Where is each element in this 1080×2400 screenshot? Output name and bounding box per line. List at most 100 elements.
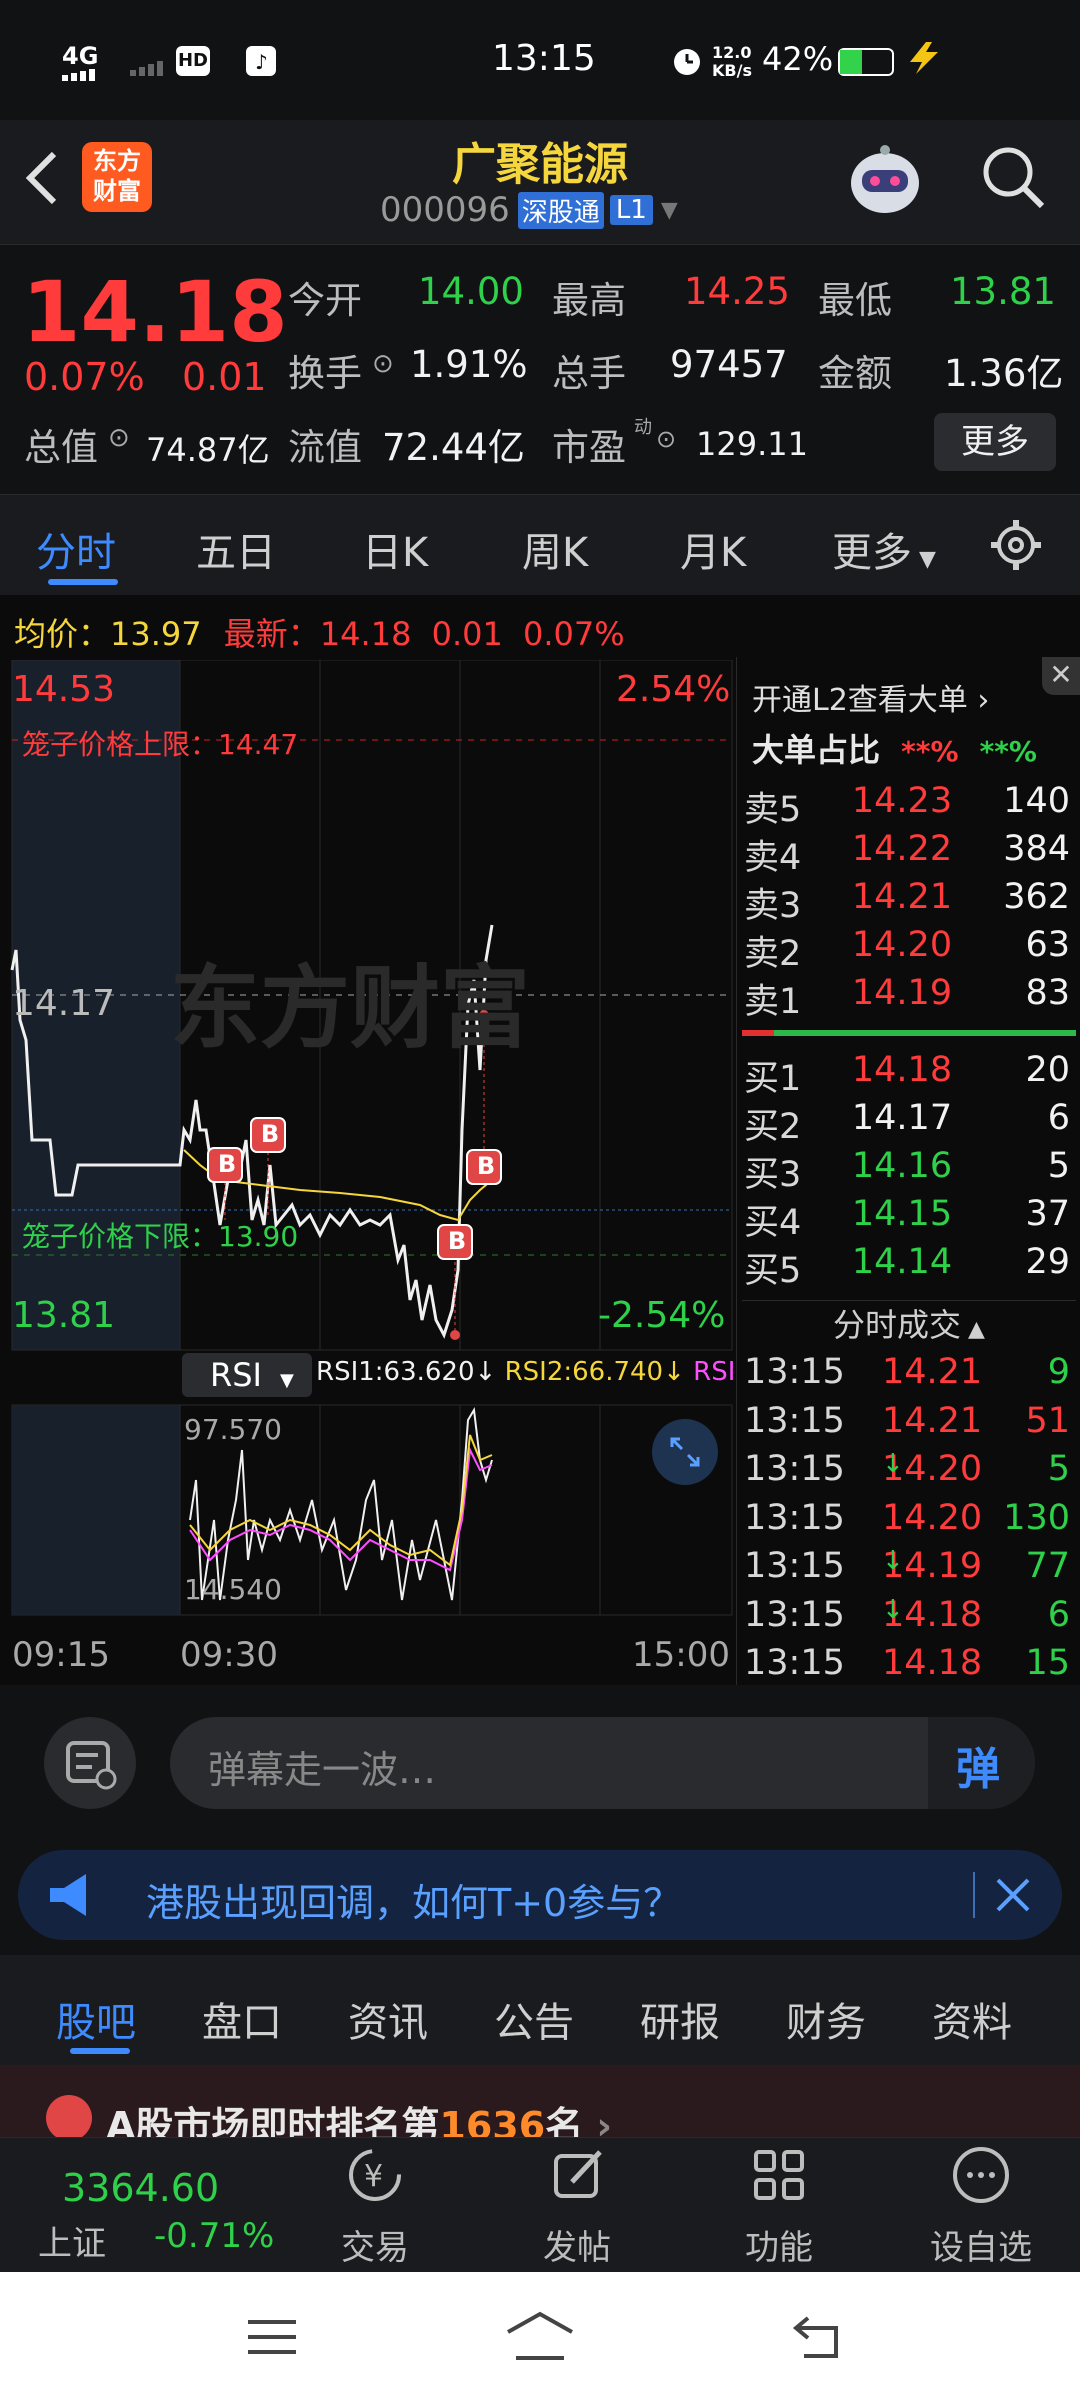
back-icon[interactable] xyxy=(22,148,62,212)
time-axis-end: 15:00 xyxy=(632,1635,730,1675)
buy-marker-label: B xyxy=(476,1152,496,1180)
signal-icon xyxy=(62,66,110,81)
high-label: 最高 xyxy=(552,279,626,322)
megaphone-icon xyxy=(44,1870,100,1924)
tab-finance[interactable]: 财务 xyxy=(786,1990,866,2048)
grid-icon xyxy=(754,2150,804,2200)
info-icon[interactable]: ⊙ xyxy=(656,425,676,453)
tab-more[interactable]: 更多 ▼ xyxy=(832,520,936,578)
system-nav-bar xyxy=(0,2272,1080,2400)
open-label: 今开 xyxy=(288,279,362,322)
svg-text:♪: ♪ xyxy=(255,50,268,74)
avg-price: 13.97 xyxy=(110,615,202,653)
tab-monthly-k[interactable]: 月K xyxy=(680,520,746,578)
tab-profile[interactable]: 资料 xyxy=(932,1990,1012,2048)
buy-marker-label: B xyxy=(447,1227,467,1255)
tick-row: 13:15 14.20 130 xyxy=(744,1497,1070,1538)
nav-functions[interactable]: 功能 xyxy=(714,2140,844,2269)
expand-icon[interactable] xyxy=(652,1419,718,1485)
pe-dynamic-mark: 动 xyxy=(634,417,652,438)
nav-add-watchlist[interactable]: 设自选 xyxy=(916,2140,1046,2269)
close-icon[interactable]: ✕ xyxy=(1042,657,1080,695)
pe-value: 129.11 xyxy=(696,425,808,463)
info-icon[interactable]: ⊙ xyxy=(372,349,394,379)
tab-news[interactable]: 资讯 xyxy=(348,1990,428,2048)
big-order-ratio: 大单占比 **% **% xyxy=(752,731,1037,769)
trade-icon: ¥ xyxy=(349,2149,401,2201)
pe-label: 市盈 xyxy=(552,426,626,469)
intraday-chart[interactable] xyxy=(0,660,740,1705)
upper-cage-limit: 笼子价格上限：14.47 xyxy=(22,728,299,761)
tab-weekly-k[interactable]: 周K xyxy=(522,520,588,578)
tick-row: 13:15 14.20 ↓ 5 xyxy=(744,1449,1070,1489)
bid-row[interactable]: 买2 14.17 6 xyxy=(742,1098,1076,1147)
ask-row[interactable]: 卖2 14.20 63 xyxy=(742,925,1076,974)
svg-text:¥: ¥ xyxy=(364,2159,383,2194)
battery-percent: 42% xyxy=(762,40,834,78)
chart-top-pct: 2.54% xyxy=(616,669,731,710)
ask-row[interactable]: 卖1 14.19 83 xyxy=(742,973,1076,1022)
danmu-input[interactable]: 弹幕走一波… 弹 xyxy=(170,1717,1035,1809)
robot-assistant-icon[interactable] xyxy=(842,138,928,224)
ask-row[interactable]: 卖4 14.22 384 xyxy=(742,829,1076,878)
tab-research[interactable]: 研报 xyxy=(640,1990,720,2048)
net-speed: 12.0 KB/s xyxy=(712,43,752,80)
rank-banner[interactable]: A股市场即时排名第1636名 › xyxy=(0,2065,1080,2137)
bid-row[interactable]: 买3 14.16 5 xyxy=(742,1146,1076,1195)
ask-row[interactable]: 卖3 14.21 362 xyxy=(742,877,1076,926)
chart-bottom-price: 13.81 xyxy=(12,1295,116,1336)
danmu-settings-icon[interactable] xyxy=(44,1717,136,1809)
stock-code-row[interactable]: 000096 深股通 L1 ▼ xyxy=(380,190,678,230)
dropdown-icon: ▼ xyxy=(660,197,678,223)
turnover-label: 换手 xyxy=(288,352,362,395)
bid-row[interactable]: 买4 14.15 37 xyxy=(742,1194,1076,1243)
notice-banner[interactable]: 港股出现回调，如何T+0参与？ xyxy=(18,1850,1062,1940)
rank-number: 1636 xyxy=(439,2104,546,2137)
index-widget[interactable]: 3364.60 上证 -0.71% xyxy=(30,2160,290,2264)
float-value: 72.44亿 xyxy=(382,426,525,469)
tab-intraday[interactable]: 分时 xyxy=(36,520,116,578)
watermark: 东方财富 xyxy=(170,956,530,1061)
info-icon[interactable]: ⊙ xyxy=(108,423,130,453)
buy-marker-label: B xyxy=(217,1150,237,1178)
ticks-header[interactable]: 分时成交 ▲ xyxy=(742,1300,1076,1346)
index-name: 上证 xyxy=(38,2224,106,2264)
settings-icon[interactable] xyxy=(988,517,1044,577)
high-value: 14.25 xyxy=(684,270,790,313)
battery-icon xyxy=(838,48,894,76)
tab-five-day[interactable]: 五日 xyxy=(196,520,276,578)
nav-post[interactable]: 发帖 xyxy=(512,2140,642,2269)
nav-trade[interactable]: ¥ 交易 xyxy=(310,2140,440,2269)
rank-icon xyxy=(46,2095,92,2137)
more-dots-icon xyxy=(953,2147,1009,2203)
tick-row: 13:15 14.21 9 xyxy=(744,1352,1070,1392)
l2-promo-link[interactable]: 开通L2查看大单 › xyxy=(752,675,989,719)
hd-icon: HD xyxy=(176,46,210,76)
amount-value: 1.36亿 xyxy=(944,352,1064,395)
close-notice-icon[interactable] xyxy=(990,1872,1036,1922)
bid-row[interactable]: 买1 14.18 20 xyxy=(742,1050,1076,1099)
time-axis-start: 09:15 xyxy=(12,1635,110,1675)
bid-row[interactable]: 买5 14.14 29 xyxy=(742,1242,1076,1291)
danmu-toggle-button[interactable]: 弹 xyxy=(928,1717,1035,1809)
tab-daily-k[interactable]: 日K xyxy=(362,520,428,578)
chart-bottom-pct: -2.54% xyxy=(598,1295,726,1336)
back-nav-icon[interactable] xyxy=(790,2312,850,2366)
edit-icon xyxy=(554,2150,602,2198)
tick-row: 13:15 14.19 ↓ 77 xyxy=(744,1546,1070,1586)
ask-row[interactable]: 卖5 14.23 140 xyxy=(742,781,1076,830)
rsi-bottom-value: 14.540 xyxy=(184,1573,282,1606)
menu-icon[interactable] xyxy=(244,2314,300,2364)
eastmoney-logo[interactable]: 东方 财富 xyxy=(82,142,152,212)
tab-pankou[interactable]: 盘口 xyxy=(202,1990,282,2048)
indicator-select[interactable]: RSI ▼ xyxy=(182,1353,312,1397)
change-amount: 0.01 xyxy=(182,355,267,399)
search-icon[interactable] xyxy=(978,142,1048,216)
volume-value: 97457 xyxy=(670,343,788,386)
latest-price: 14.18 xyxy=(319,615,412,653)
tick-row: 13:15 14.21 51 xyxy=(744,1400,1070,1441)
home-icon[interactable] xyxy=(502,2308,578,2368)
tab-guba[interactable]: 股吧 xyxy=(56,1990,136,2048)
tab-announcement[interactable]: 公告 xyxy=(494,1990,574,2048)
more-button[interactable]: 更多 xyxy=(934,413,1056,471)
